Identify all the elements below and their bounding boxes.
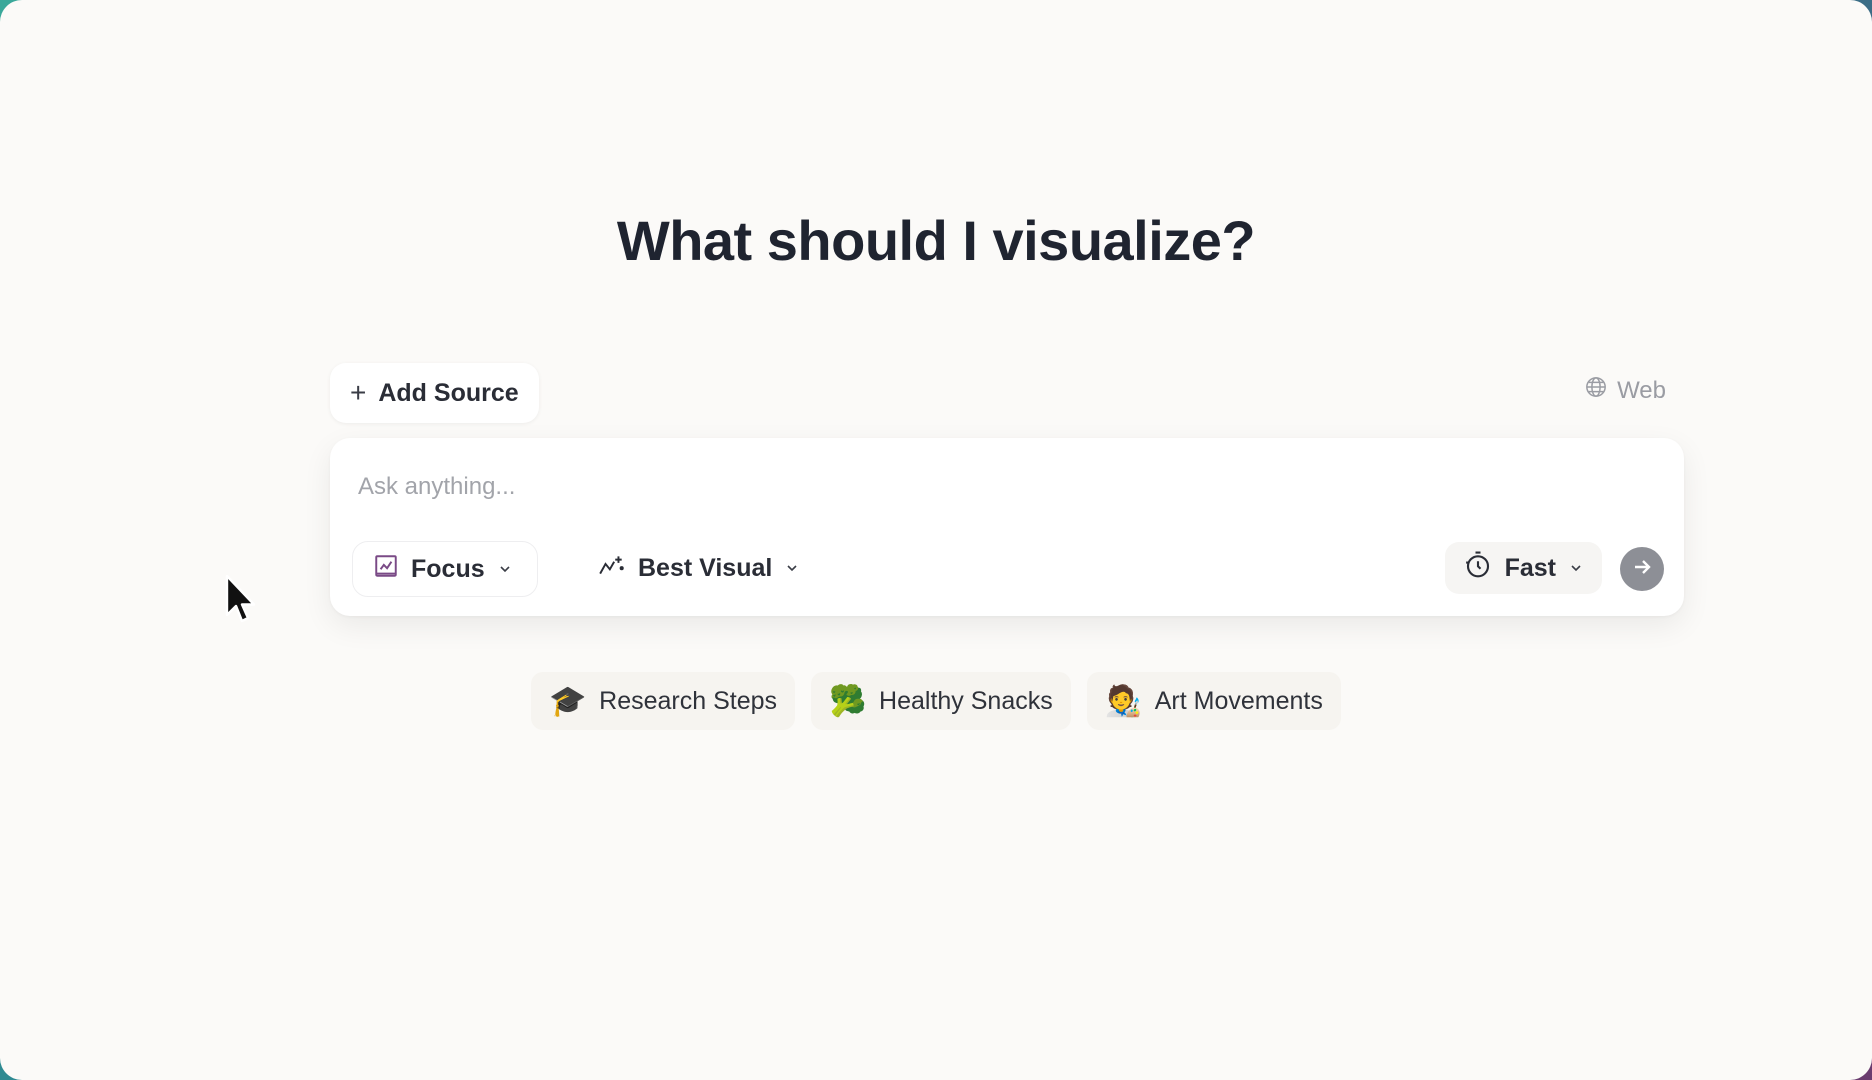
focus-label: Focus	[411, 554, 485, 583]
web-label: Web	[1617, 376, 1666, 404]
visual-type-dropdown[interactable]: Best Visual	[582, 541, 816, 595]
speed-dropdown[interactable]: Fast	[1444, 542, 1602, 594]
chevron-down-icon	[784, 554, 800, 583]
chevron-down-icon	[1568, 554, 1584, 583]
plus-icon: +	[350, 377, 367, 408]
timer-icon	[1463, 550, 1493, 587]
suggestion-chips: 🎓 Research Steps 🥦 Healthy Snacks 🧑‍🎨 Ar…	[0, 672, 1872, 730]
add-source-label: Add Source	[378, 378, 519, 407]
focus-dropdown[interactable]: Focus	[352, 541, 538, 597]
page-title: What should I visualize?	[616, 209, 1256, 272]
suggestion-chip-healthy-snacks[interactable]: 🥦 Healthy Snacks	[811, 672, 1071, 730]
broccoli-icon: 🥦	[829, 683, 867, 719]
graduation-cap-icon: 🎓	[549, 683, 587, 719]
send-button[interactable]	[1620, 547, 1664, 591]
chevron-down-icon	[497, 555, 513, 584]
suggestion-chip-art-movements[interactable]: 🧑‍🎨 Art Movements	[1086, 672, 1341, 730]
visual-type-label: Best Visual	[638, 553, 773, 582]
prompt-composer: Focus Best Visual	[330, 438, 1684, 616]
speed-label: Fast	[1504, 553, 1556, 582]
prompt-input[interactable]	[356, 466, 1640, 508]
suggestion-label: Healthy Snacks	[879, 686, 1053, 715]
web-toggle[interactable]: Web	[1585, 376, 1666, 405]
app-window: What should I visualize? + Add Source We…	[0, 0, 1872, 1080]
arrow-right-icon	[1630, 555, 1654, 584]
globe-icon	[1585, 376, 1607, 405]
chart-frame-icon	[373, 553, 399, 586]
suggestion-label: Research Steps	[599, 686, 778, 715]
artist-icon: 🧑‍🎨	[1104, 683, 1143, 719]
mouse-cursor-icon	[224, 573, 260, 632]
suggestion-chip-research-steps[interactable]: 🎓 Research Steps	[531, 672, 796, 730]
add-source-button[interactable]: + Add Source	[330, 363, 539, 423]
suggestion-label: Art Movements	[1154, 686, 1323, 715]
sparkle-chart-icon	[598, 552, 626, 585]
